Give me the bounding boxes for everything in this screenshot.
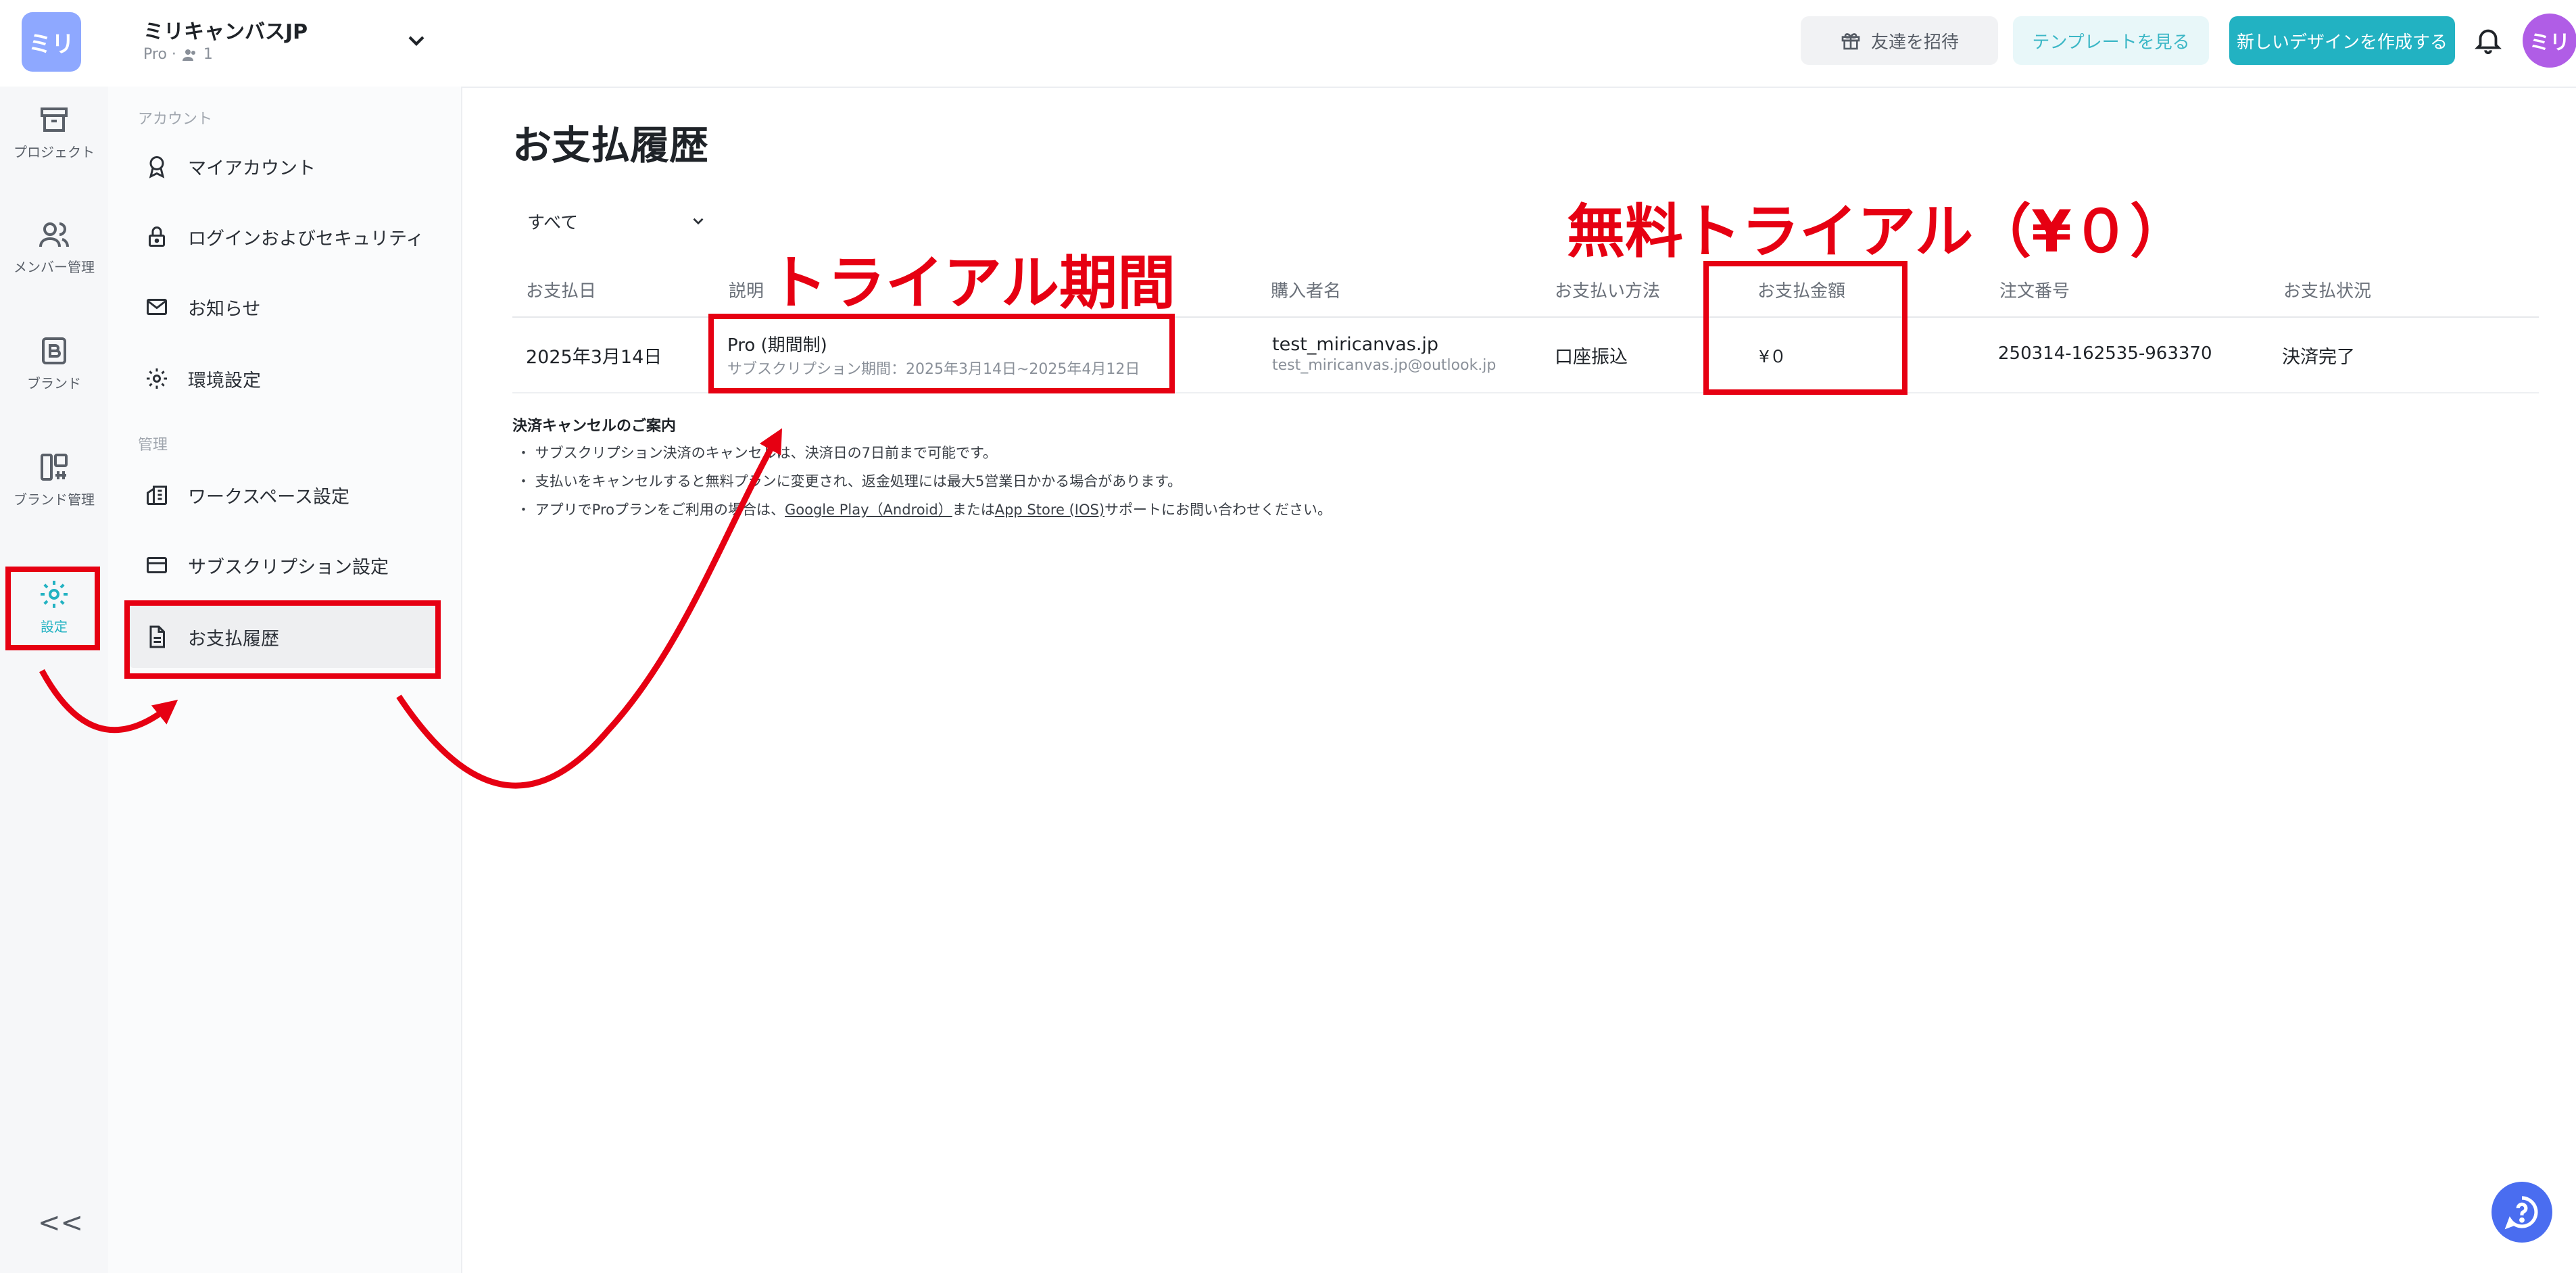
badge-icon bbox=[149, 156, 165, 178]
help-chat-icon bbox=[2504, 1196, 2538, 1230]
cancel-notice-line: ・ 支払いをキャンセルすると無料プランに変更され、返金処理には最大5営業日かかる… bbox=[516, 473, 1182, 489]
cell-date: 2025年3月14日 bbox=[526, 347, 662, 368]
menu-item-workspace-settings[interactable]: ワークスペース設定 bbox=[128, 464, 439, 526]
mail-icon bbox=[147, 299, 167, 315]
chevron-down-icon[interactable] bbox=[403, 27, 430, 54]
menu-item-label: マイアカウント bbox=[188, 158, 316, 179]
annotation-box-payment-history bbox=[124, 600, 441, 679]
invite-friends-button[interactable]: 友達を招待 bbox=[1801, 16, 1998, 65]
menu-item-label: ワークスペース設定 bbox=[188, 486, 349, 508]
google-play-link[interactable]: Google Play（Android） bbox=[785, 502, 952, 518]
rail-item-brand[interactable]: ブランド bbox=[0, 319, 108, 407]
page-title: お支払履歴 bbox=[512, 122, 709, 168]
column-header-status: お支払状況 bbox=[2283, 281, 2372, 302]
menu-item-my-account[interactable]: マイアカウント bbox=[128, 135, 439, 197]
annotation-label-trial-period: トライアル期間 bbox=[769, 249, 1176, 317]
bell-icon[interactable] bbox=[2473, 24, 2504, 55]
rail-item-projects[interactable]: プロジェクト bbox=[0, 88, 108, 176]
brand-manage-icon bbox=[41, 453, 68, 481]
annotation-box-description bbox=[708, 314, 1175, 393]
column-header-buyer: 購入者名 bbox=[1271, 281, 1342, 302]
workspace-avatar[interactable]: ミリ bbox=[22, 12, 81, 72]
rail-item-label: ブランド管理 bbox=[14, 491, 95, 508]
annotation-box-settings bbox=[5, 567, 100, 650]
cancel-notice-line: ・ アプリでProプランをご利用の場合は、Google Play（Android… bbox=[516, 499, 1332, 519]
archive-icon bbox=[41, 107, 68, 132]
cell-buyer-email: test_miricanvas.jp@outlook.jp bbox=[1272, 357, 1497, 374]
rail-item-label: メンバー管理 bbox=[14, 258, 95, 275]
workspace-plan-label: Pro · bbox=[143, 46, 176, 63]
menu-item-label: サブスクリプション設定 bbox=[188, 556, 389, 578]
cell-buyer: test_miricanvas.jp bbox=[1272, 334, 1439, 355]
column-header-description: 説明 bbox=[729, 281, 764, 302]
help-button[interactable] bbox=[2492, 1182, 2552, 1243]
create-new-design-button[interactable]: 新しいデザインを作成する bbox=[2229, 16, 2455, 65]
rail-item-label: プロジェクト bbox=[14, 143, 95, 160]
users-icon bbox=[39, 222, 69, 247]
section-label-admin: 管理 bbox=[138, 437, 168, 454]
rail-item-label: ブランド bbox=[27, 375, 81, 391]
column-header-date: お支払日 bbox=[526, 281, 597, 302]
menu-item-login-security[interactable]: ログインおよびセキュリティ bbox=[128, 206, 439, 268]
cell-order-no: 250314-162535-963370 bbox=[1998, 343, 2212, 364]
workspace-name[interactable]: ミリキャンバスJP bbox=[143, 15, 308, 45]
status-filter-value: すべて bbox=[527, 212, 579, 233]
building-icon bbox=[147, 485, 167, 505]
menu-item-label: 環境設定 bbox=[188, 370, 261, 391]
cell-status: 決済完了 bbox=[2282, 347, 2355, 368]
user-avatar[interactable]: ミリ bbox=[2523, 14, 2576, 68]
brand-icon bbox=[42, 337, 66, 364]
app-store-link[interactable]: App Store (IOS) bbox=[995, 502, 1104, 518]
status-filter-select[interactable]: すべて bbox=[512, 204, 722, 238]
rail-item-brand-manage[interactable]: ブランド管理 bbox=[0, 435, 108, 523]
notice-text: サポートにお問い合わせください。 bbox=[1104, 502, 1332, 518]
view-templates-button[interactable]: テンプレートを見る bbox=[2013, 16, 2209, 65]
cancel-notice-title: 決済キャンセルのご案内 bbox=[512, 418, 677, 435]
menu-item-subscription-settings[interactable]: サブスクリプション設定 bbox=[128, 534, 439, 596]
rail-item-members[interactable]: メンバー管理 bbox=[0, 203, 108, 291]
annotation-box-amount bbox=[1703, 261, 1907, 395]
section-label-account: アカウント bbox=[138, 111, 213, 128]
cancel-notice-line: ・ サブスクリプション決済のキャンセルは、決済日の7日前まで可能です。 bbox=[516, 445, 997, 461]
notice-text: または bbox=[952, 502, 995, 518]
gear-icon bbox=[147, 368, 167, 389]
menu-item-preferences[interactable]: 環境設定 bbox=[128, 347, 439, 410]
gift-icon bbox=[1841, 33, 1860, 50]
members-icon bbox=[182, 49, 195, 61]
annotation-label-free-trial: 無料トライアル（¥０） bbox=[1567, 198, 2188, 266]
menu-item-label: ログインおよびセキュリティ bbox=[188, 228, 424, 249]
workspace-member-count: 1 bbox=[203, 46, 213, 63]
menu-item-label: お知らせ bbox=[188, 298, 261, 320]
column-header-order-no: 注文番号 bbox=[1999, 281, 2070, 302]
column-header-method: お支払い方法 bbox=[1555, 281, 1661, 302]
chevron-down-icon bbox=[693, 218, 704, 225]
collapse-sidebar-button[interactable]: << bbox=[38, 1207, 83, 1239]
cell-method: 口座振込 bbox=[1555, 347, 1628, 368]
invite-friends-label: 友達を招待 bbox=[1870, 32, 1959, 53]
menu-item-notifications[interactable]: お知らせ bbox=[128, 276, 439, 338]
credit-card-icon bbox=[147, 557, 167, 573]
workspace-plan: Pro · 1 bbox=[143, 46, 213, 63]
lock-icon bbox=[149, 226, 165, 247]
notice-text: ・ アプリでProプランをご利用の場合は、 bbox=[516, 502, 785, 518]
